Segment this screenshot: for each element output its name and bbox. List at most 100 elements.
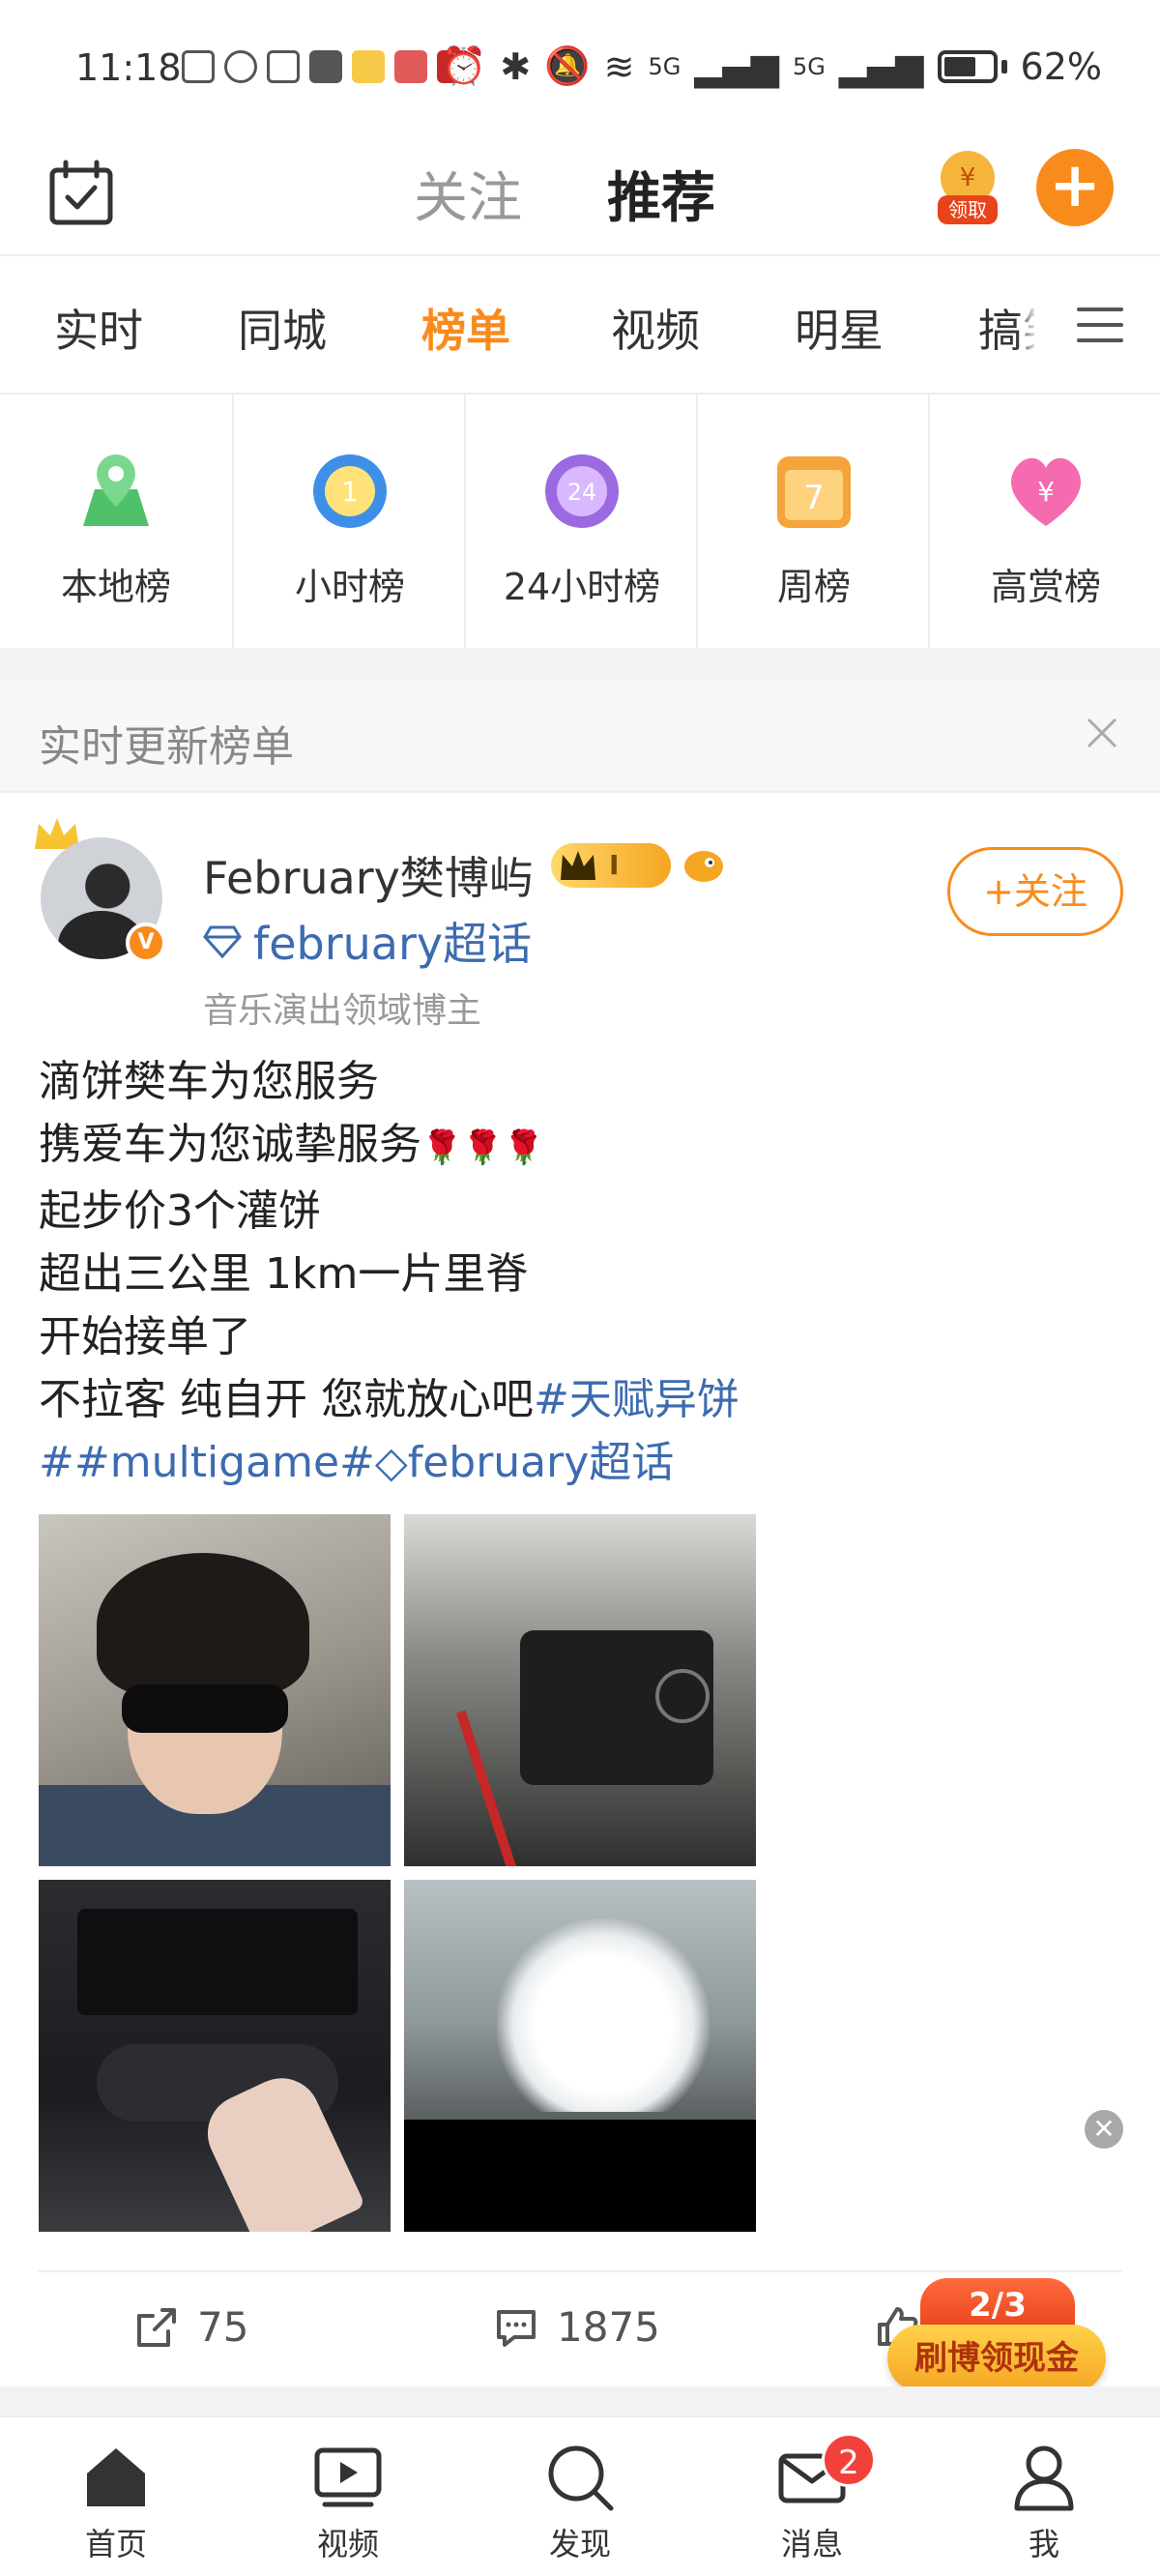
status-bar: 11:18 ⏰ ✱ 🔕 ≋ 5G ▂▄▆ 5G ▂▄▆ 62% bbox=[0, 0, 1160, 135]
share-icon bbox=[137, 2307, 176, 2347]
close-icon[interactable]: ✕ bbox=[1085, 2110, 1123, 2149]
heart-yen-icon: ¥ bbox=[1010, 457, 1082, 526]
user-icon bbox=[1014, 2445, 1074, 2511]
rank-label: 周榜 bbox=[776, 566, 851, 608]
rank-reward[interactable]: ¥ 高赏榜 bbox=[928, 395, 1160, 648]
realtime-header: 实时更新榜单 bbox=[0, 681, 1160, 791]
rank-label: 高赏榜 bbox=[990, 566, 1101, 608]
post-line: ##multigame#◇february超话 bbox=[39, 1431, 1121, 1494]
search-icon bbox=[548, 2445, 614, 2511]
cast-icon bbox=[182, 50, 215, 83]
follow-button[interactable]: +关注 bbox=[947, 847, 1123, 936]
rank-label: 本地榜 bbox=[60, 566, 171, 608]
mute-icon: 🔕 bbox=[544, 44, 591, 87]
dog-photo[interactable] bbox=[404, 1880, 756, 2232]
tab-celebrity[interactable]: 明星 bbox=[795, 296, 884, 360]
signal-icon-1: 5G bbox=[648, 52, 682, 80]
nav-messages[interactable]: 2 消息 bbox=[696, 2433, 928, 2566]
supertopic-link[interactable]: february超话 bbox=[203, 909, 532, 973]
post-line: 超出三公里 1km一片里脊 bbox=[39, 1249, 529, 1299]
verified-badge-icon: V bbox=[126, 922, 166, 963]
svg-text:7: 7 bbox=[803, 479, 825, 517]
calendar-7-icon: 7 bbox=[777, 456, 851, 528]
author-badges: I bbox=[551, 843, 727, 888]
diamond-icon bbox=[203, 925, 242, 958]
post-line: 不拉客 纯自开 您就放心吧#天赋异饼 bbox=[39, 1375, 740, 1424]
svg-text:¥: ¥ bbox=[960, 163, 976, 192]
divider bbox=[0, 791, 1160, 793]
post-line: 携爱车为您诚挚服务🌹🌹🌹 bbox=[39, 1120, 545, 1169]
rank-hourly[interactable]: 1 小时榜 bbox=[232, 395, 464, 648]
coin-reward-icon[interactable]: ¥ 领取 bbox=[936, 149, 1000, 226]
nav-video[interactable]: 视频 bbox=[232, 2441, 464, 2566]
nfc-icon bbox=[267, 50, 300, 83]
app-icon bbox=[309, 50, 342, 83]
cash-reward-widget[interactable]: 2/3 刷博领现金 bbox=[887, 2278, 1106, 2396]
nav-label: 发现 bbox=[548, 2526, 611, 2562]
video-play-icon bbox=[314, 2447, 382, 2507]
close-icon[interactable] bbox=[1083, 714, 1121, 752]
supertopic-link[interactable]: february超话 bbox=[408, 1438, 675, 1487]
crown-icon bbox=[561, 851, 595, 880]
wifi-icon: ≋ bbox=[603, 44, 635, 88]
nav-label: 消息 bbox=[780, 2526, 843, 2562]
diamond-icon: ◇ bbox=[374, 1438, 408, 1487]
compose-button[interactable]: + bbox=[1036, 149, 1114, 226]
location-pin-icon bbox=[83, 454, 149, 526]
post-line: 起步价3个灌饼 bbox=[39, 1186, 321, 1236]
rank-24h[interactable]: 24 24小时榜 bbox=[464, 395, 696, 648]
comment-count: 1875 bbox=[557, 2303, 660, 2351]
author-name[interactable]: February樊博屿 bbox=[203, 843, 534, 907]
tab-local[interactable]: 同城 bbox=[238, 296, 327, 360]
weibo-notification-icon bbox=[352, 50, 385, 83]
nav-discover[interactable]: 发现 bbox=[464, 2441, 696, 2566]
reward-label: 刷博领现金 bbox=[887, 2325, 1106, 2392]
topic-link[interactable]: ##multigame# bbox=[39, 1438, 375, 1487]
eye-icon bbox=[224, 50, 257, 83]
signal-bars-icon-1: ▂▄▆ bbox=[694, 44, 779, 88]
nav-label: 视频 bbox=[316, 2526, 379, 2562]
tab-realtime[interactable]: 实时 bbox=[54, 296, 143, 360]
app-notification-icon bbox=[394, 50, 427, 83]
menu-icon bbox=[1077, 307, 1123, 311]
battery-percent: 62% bbox=[1020, 44, 1102, 88]
nav-label: 首页 bbox=[84, 2526, 147, 2562]
svg-text:24: 24 bbox=[567, 479, 597, 506]
home-icon bbox=[87, 2448, 145, 2506]
nav-home[interactable]: 首页 bbox=[0, 2441, 232, 2566]
topic-link[interactable]: #天赋异饼 bbox=[534, 1375, 740, 1424]
tab-recommend[interactable]: 推荐 bbox=[607, 155, 715, 233]
section-separator bbox=[0, 648, 1160, 681]
calendar-check-icon[interactable] bbox=[46, 159, 116, 228]
rank-grid: 本地榜 1 小时榜 24 24小时榜 7 周榜 ¥ 高赏榜 bbox=[0, 395, 1160, 648]
tab-rankings[interactable]: 榜单 bbox=[421, 296, 510, 360]
photo-grid bbox=[39, 1514, 756, 2232]
repost-button[interactable]: 75 bbox=[133, 2303, 248, 2351]
signal-icon-2: 5G bbox=[792, 52, 826, 80]
engine-photo[interactable] bbox=[404, 1514, 756, 1866]
selfie-photo[interactable] bbox=[39, 1514, 391, 1866]
author-description: 音乐演出领域博主 bbox=[203, 991, 482, 1031]
supertopic-label: february超话 bbox=[253, 918, 533, 970]
comment-icon bbox=[497, 2309, 536, 2347]
top-header: 关注 推荐 ¥ 领取 + bbox=[0, 135, 1160, 255]
level-text: I bbox=[609, 849, 620, 881]
notification-icons bbox=[182, 50, 470, 83]
nav-profile[interactable]: 我 bbox=[928, 2441, 1160, 2566]
section-separator bbox=[0, 2386, 1160, 2415]
rank-weekly[interactable]: 7 周榜 bbox=[696, 395, 928, 648]
category-tabs: 实时 同城 榜单 视频 明星 搞笑 bbox=[0, 257, 1160, 395]
category-menu-button[interactable] bbox=[1034, 257, 1160, 395]
vip-level-badge[interactable]: I bbox=[551, 843, 671, 888]
divider bbox=[0, 254, 1160, 256]
car-dashboard-photo[interactable] bbox=[39, 1880, 391, 2232]
comment-button[interactable]: 1875 bbox=[493, 2303, 660, 2351]
rose-emoji-icon: 🌹🌹🌹 bbox=[421, 1128, 545, 1167]
24h-clock-icon: 24 bbox=[545, 454, 619, 528]
tab-video[interactable]: 视频 bbox=[611, 296, 700, 360]
nav-label: 我 bbox=[1028, 2526, 1059, 2562]
tab-follow[interactable]: 关注 bbox=[414, 155, 522, 233]
message-count-badge: 2 bbox=[822, 2433, 876, 2487]
rank-local[interactable]: 本地榜 bbox=[0, 395, 232, 648]
post-line: 开始接单了 bbox=[39, 1312, 251, 1361]
